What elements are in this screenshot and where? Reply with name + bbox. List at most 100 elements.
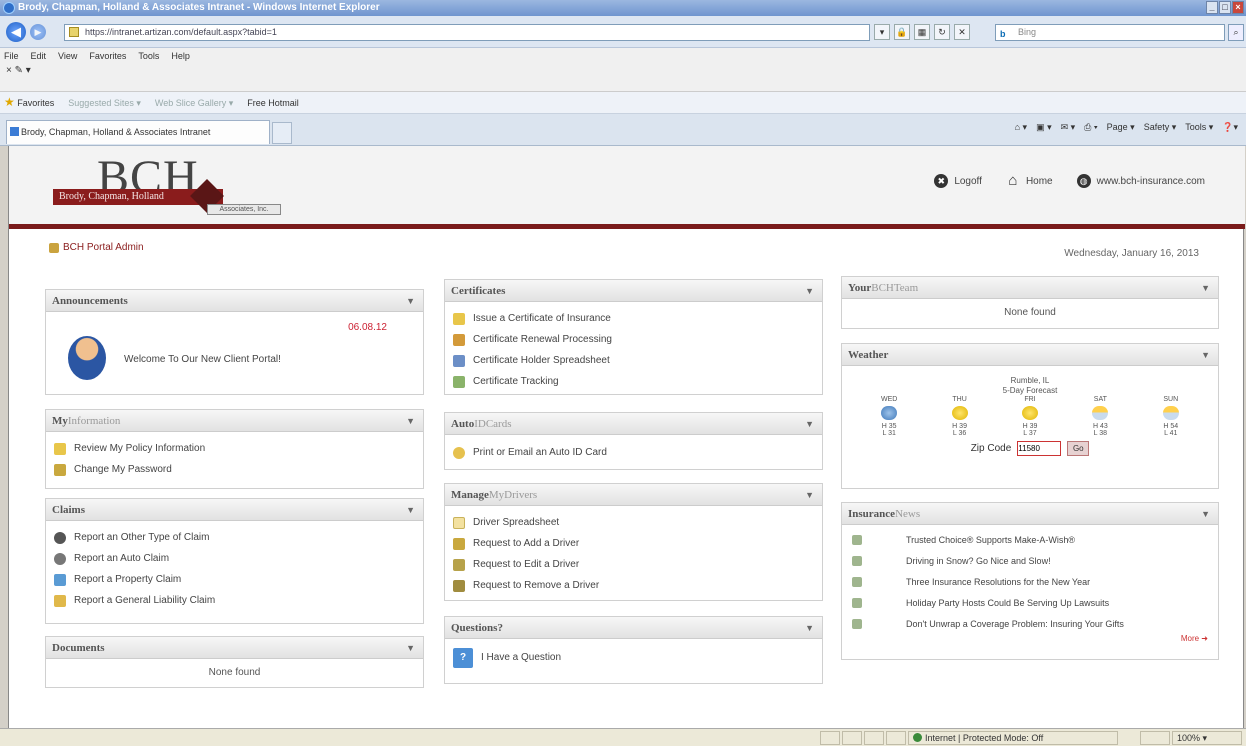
dropdown-icon[interactable]: ▾ — [874, 24, 890, 40]
home-icon[interactable]: ⌂ ▾ — [1015, 122, 1027, 133]
news-item[interactable]: Don't Unwrap a Coverage Problem: Insurin… — [842, 613, 1218, 634]
link-label: Print or Email an Auto ID Card — [473, 447, 607, 458]
favorites-bar: ★ Favorites Suggested Sites ▾ Web Slice … — [0, 92, 1246, 114]
current-date: Wednesday, January 16, 2013 — [1064, 248, 1199, 259]
panel-header: ManageMyDrivers ▼ — [445, 484, 822, 506]
feeds-icon[interactable]: ▣ ▾ — [1036, 122, 1052, 133]
claim-liability-link[interactable]: Report a General Liability Claim — [46, 590, 423, 611]
collapse-icon[interactable]: ▼ — [406, 290, 415, 312]
safety-menu[interactable]: Safety ▾ — [1144, 122, 1177, 133]
address-actions: ▾ 🔒 ▦ ↻ ✕ — [874, 24, 970, 40]
globe-icon — [913, 733, 922, 742]
page-icon — [69, 27, 79, 37]
maximize-button[interactable]: □ — [1219, 1, 1231, 14]
day-low: L 31 — [882, 430, 896, 437]
remove-driver-link[interactable]: Request to Remove a Driver — [445, 575, 822, 596]
collapse-icon[interactable]: ▼ — [805, 484, 814, 506]
partly-cloudy-icon — [1092, 406, 1109, 420]
forward-button[interactable]: ▶ — [30, 24, 46, 40]
zip-go-button[interactable]: Go — [1067, 441, 1090, 456]
ask-question-link[interactable]: ? I Have a Question — [445, 647, 822, 668]
close-button[interactable]: × — [1232, 1, 1244, 14]
link-label: Change My Password — [74, 464, 172, 475]
stop-icon[interactable]: ✕ — [954, 24, 970, 40]
edit-driver-link[interactable]: Request to Edit a Driver — [445, 554, 822, 575]
site-header: BCH Brody, Chapman, Holland Associates, … — [9, 146, 1245, 224]
search-button[interactable]: ⌕ — [1228, 24, 1244, 41]
compat-view-icon[interactable]: ▦ — [914, 24, 930, 40]
address-bar[interactable]: https://intranet.artizan.com/default.asp… — [64, 24, 870, 41]
home-icon: ⌂ — [1008, 172, 1018, 189]
tracking-icon — [453, 375, 465, 388]
panel-title: Announcements — [52, 295, 128, 307]
user-link[interactable]: BCH Portal Admin — [49, 242, 144, 253]
page-menu[interactable]: Page ▾ — [1107, 122, 1135, 133]
browser-tab[interactable]: Brody, Chapman, Holland & Associates Int… — [6, 120, 270, 144]
add-driver-icon — [453, 537, 465, 550]
window-title: Brody, Chapman, Holland & Associates Int… — [18, 2, 380, 13]
new-tab-button[interactable] — [272, 122, 292, 144]
certificate-holder-link[interactable]: Certificate Holder Spreadsheet — [445, 350, 822, 371]
menu-favorites[interactable]: Favorites — [89, 48, 126, 64]
news-item[interactable]: Three Insurance Resolutions for the New … — [842, 571, 1218, 592]
collapse-icon[interactable]: ▼ — [406, 499, 415, 521]
menu-file[interactable]: File — [4, 48, 19, 64]
refresh-icon[interactable]: ↻ — [934, 24, 950, 40]
logoff-link[interactable]: ✖ Logoff — [934, 174, 982, 188]
day-high: H 43 — [1092, 423, 1108, 430]
help-icon[interactable]: ❓▾ — [1222, 122, 1238, 133]
globe-icon: ◍ — [1076, 174, 1091, 188]
driver-spreadsheet-link[interactable]: Driver Spreadsheet — [445, 512, 822, 533]
claim-other-link[interactable]: Report an Other Type of Claim — [46, 527, 423, 548]
search-input[interactable]: b Bing — [995, 24, 1225, 41]
zoom-control[interactable]: 100% ▾ — [1172, 731, 1242, 745]
minimize-button[interactable]: _ — [1206, 1, 1218, 14]
review-policy-link[interactable]: Review My Policy Information — [46, 438, 423, 459]
security-zone[interactable]: Internet | Protected Mode: Off — [908, 731, 1118, 745]
collapse-icon[interactable]: ▼ — [406, 637, 415, 659]
claim-property-link[interactable]: Report a Property Claim — [46, 569, 423, 590]
convert-toolbar: × ✎ ▾ — [0, 64, 1246, 92]
lock-icon[interactable]: 🔒 — [894, 24, 910, 40]
user-icon — [49, 242, 59, 253]
news-item[interactable]: Holiday Party Hosts Could Be Serving Up … — [842, 592, 1218, 613]
suggested-sites-link[interactable]: Suggested Sites ▾ — [68, 92, 141, 114]
tools-menu[interactable]: Tools ▾ — [1185, 122, 1213, 133]
collapse-icon[interactable]: ▼ — [406, 410, 415, 432]
menu-help[interactable]: Help — [171, 48, 190, 64]
news-item[interactable]: Trusted Choice® Supports Make-A-Wish® — [842, 529, 1218, 550]
collapse-icon[interactable]: ▼ — [805, 617, 814, 639]
print-auto-id-link[interactable]: Print or Email an Auto ID Card — [445, 442, 822, 463]
free-hotmail-link[interactable]: Free Hotmail — [247, 92, 299, 114]
certificate-tracking-link[interactable]: Certificate Tracking — [445, 371, 822, 392]
menu-tools[interactable]: Tools — [138, 48, 159, 64]
convert-icon[interactable]: × ✎ ▾ — [6, 65, 31, 76]
favorites-button[interactable]: ★ Favorites — [4, 91, 54, 114]
collapse-icon[interactable]: ▼ — [1201, 277, 1210, 299]
zip-code-input[interactable] — [1017, 441, 1062, 456]
panel-header: Questions? ▼ — [445, 617, 822, 639]
menu-view[interactable]: View — [58, 48, 77, 64]
more-news-link[interactable]: More ➜ — [842, 634, 1218, 643]
home-link[interactable]: ⌂ Home — [1006, 172, 1052, 189]
web-slice-gallery-link[interactable]: Web Slice Gallery ▾ — [155, 92, 233, 114]
issue-certificate-link[interactable]: Issue a Certificate of Insurance — [445, 308, 822, 329]
news-item[interactable]: Driving in Snow? Go Nice and Slow! — [842, 550, 1218, 571]
panel-title: Certificates — [451, 285, 506, 297]
back-button[interactable]: ◀ — [6, 22, 26, 42]
certificate-renewal-link[interactable]: Certificate Renewal Processing — [445, 329, 822, 350]
website-link[interactable]: ◍ www.bch-insurance.com — [1076, 174, 1205, 188]
claim-auto-link[interactable]: Report an Auto Claim — [46, 548, 423, 569]
change-password-link[interactable]: Change My Password — [46, 459, 423, 480]
collapse-icon[interactable]: ▼ — [1201, 503, 1210, 525]
ie-logo-icon — [3, 2, 15, 14]
print-icon[interactable]: ⎙ ▾ — [1084, 122, 1097, 133]
certificate-icon — [453, 312, 465, 325]
protected-mode-icon[interactable] — [1140, 731, 1170, 745]
add-driver-link[interactable]: Request to Add a Driver — [445, 533, 822, 554]
collapse-icon[interactable]: ▼ — [805, 413, 814, 435]
menu-edit[interactable]: Edit — [31, 48, 47, 64]
mail-icon[interactable]: ✉ ▾ — [1061, 122, 1076, 133]
collapse-icon[interactable]: ▼ — [805, 280, 814, 302]
collapse-icon[interactable]: ▼ — [1201, 344, 1210, 366]
